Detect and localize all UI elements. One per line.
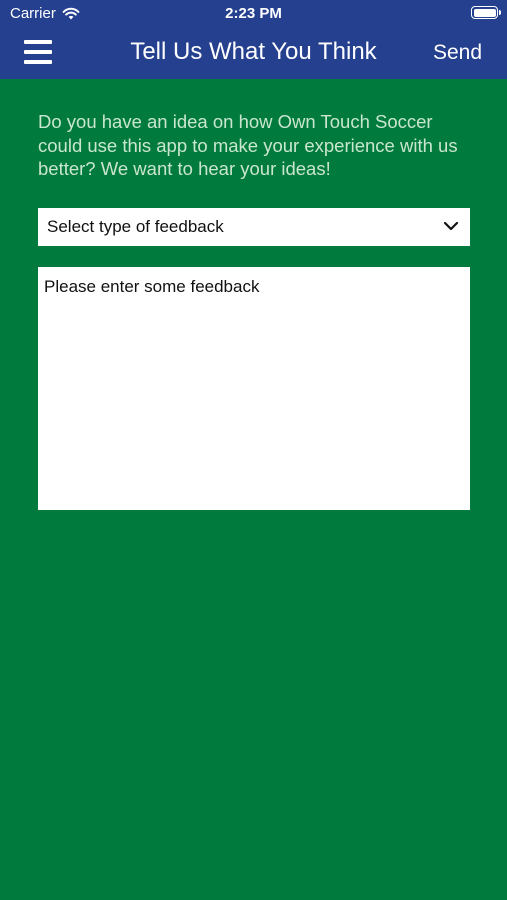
page-title: Tell Us What You Think [130,38,377,65]
send-button[interactable]: Send [433,41,482,65]
chevron-down-icon [443,221,459,231]
status-bar: Carrier 2:23 PM [0,0,507,28]
navigation-bar: Tell Us What You Think Send [0,28,507,79]
battery-icon [471,6,501,19]
feedback-text-field[interactable]: Please enter some feedback [38,267,470,510]
top-bar: Carrier 2:23 PM Tell Us What You Think S… [0,0,507,79]
feedback-placeholder: Please enter some feedback [44,277,260,296]
feedback-type-select[interactable]: Select type of feedback [38,208,470,246]
status-time: 2:23 PM [225,5,282,22]
feedback-type-value: Select type of feedback [47,217,224,236]
intro-text: Do you have an idea on how Own Touch Soc… [38,111,458,179]
